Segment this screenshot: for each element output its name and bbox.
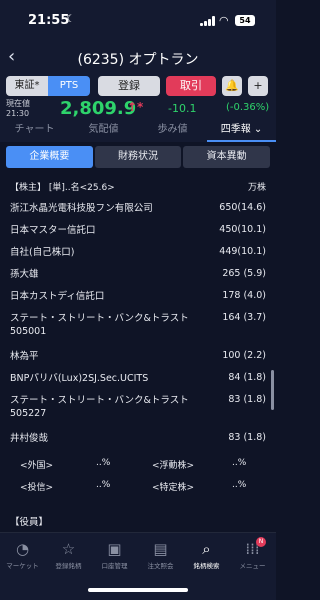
plus-icon[interactable]: + (248, 76, 268, 96)
list-item: 井村俊哉 83 (1.8) (10, 432, 266, 444)
list-item: 自社(自己株口) 449(10.1) (10, 246, 266, 258)
current-price: 2,809.9 (60, 98, 137, 119)
market-tse-button[interactable]: 東証* (6, 76, 48, 96)
signal-icon (200, 16, 216, 26)
price-change: -10.1 (168, 102, 197, 115)
tab-chart[interactable]: チャート (0, 120, 69, 142)
page-title: (6235) オプトラン (77, 52, 199, 68)
battery-icon: 54 (235, 15, 255, 26)
moon-icon: ☾ (66, 14, 75, 25)
list-item: 浙江水晶光電科技股フン有限公司 650(14.6) (10, 202, 266, 214)
tab-ticks[interactable]: 歩み値 (138, 120, 207, 142)
tab-shikiho[interactable]: 四季報 ⌄ (207, 120, 276, 142)
home-indicator (88, 588, 188, 592)
list-item: 日本マスター信託口 450(10.1) (10, 224, 266, 236)
list-item: BNPパリバ(Lux)2SJ.Sec.UCITS 84 (1.8) (10, 372, 266, 384)
subtab-capital[interactable]: 資本異動 (183, 146, 271, 168)
title-bar: ‹ (6235) オプトラン (0, 40, 276, 74)
tab-quotes[interactable]: 気配値 (69, 120, 138, 142)
list-item: ステート・ストリート・バンク&トラスト505227 83 (1.8) (10, 394, 266, 419)
list-item: 孫大雄 265 (5.9) (10, 268, 266, 280)
scrollbar[interactable] (271, 370, 274, 410)
register-button[interactable]: 登録 (98, 76, 160, 96)
list-item: 林為平 100 (2.2) (10, 350, 266, 362)
sub-tabs: 企業概要 財務状況 資本異動 (6, 146, 271, 168)
clock: 21:55 (28, 13, 70, 28)
up-arrow-icon: ↑* (127, 100, 144, 114)
nav-menu[interactable]: ⁞⁞⁞ メニュー N (225, 537, 280, 570)
list-item: ステート・ストリート・バンク&トラスト505001 164 (3.7) (10, 312, 266, 337)
wifi-icon: ◠ (219, 14, 229, 27)
shareholder-section: 【株主】 [単]..名<25.6> 万株 浙江水晶光電科技股フン有限公司 650(… (0, 172, 276, 532)
trade-button[interactable]: 取引 (166, 76, 216, 96)
status-bar: 21:55 ☾ ◠ 54 (0, 0, 276, 40)
list-item: 日本カストディ信託口 178 (4.0) (10, 290, 266, 302)
main-tabs: チャート 気配値 歩み値 四季報 ⌄ (0, 120, 276, 142)
subtab-financials[interactable]: 財務状況 (94, 146, 182, 168)
officers-header: 【役員】 (10, 517, 49, 528)
market-pts-button[interactable]: PTS (48, 76, 90, 96)
subtab-overview[interactable]: 企業概要 (6, 146, 93, 168)
market-toggle[interactable]: 東証* PTS (6, 76, 90, 96)
price-change-pct: (-0.36%) (226, 102, 270, 113)
shareholder-header: 【株主】 [単]..名<25.6> (10, 183, 115, 193)
notification-badge: N (256, 537, 266, 547)
grid-icon: ⁞⁞⁞ (245, 540, 260, 558)
price-label: 現在値 21:30 (6, 99, 30, 118)
price-row: 現在値 21:30 2,809.9 ↑* -10.1 (-0.36%) (0, 98, 276, 120)
control-row: 東証* PTS 登録 取引 🔔 + (0, 74, 276, 98)
officers-section: 【役員】 (0, 510, 276, 532)
bell-icon[interactable]: 🔔 (222, 76, 242, 96)
unit-label: 万株 (247, 183, 266, 193)
